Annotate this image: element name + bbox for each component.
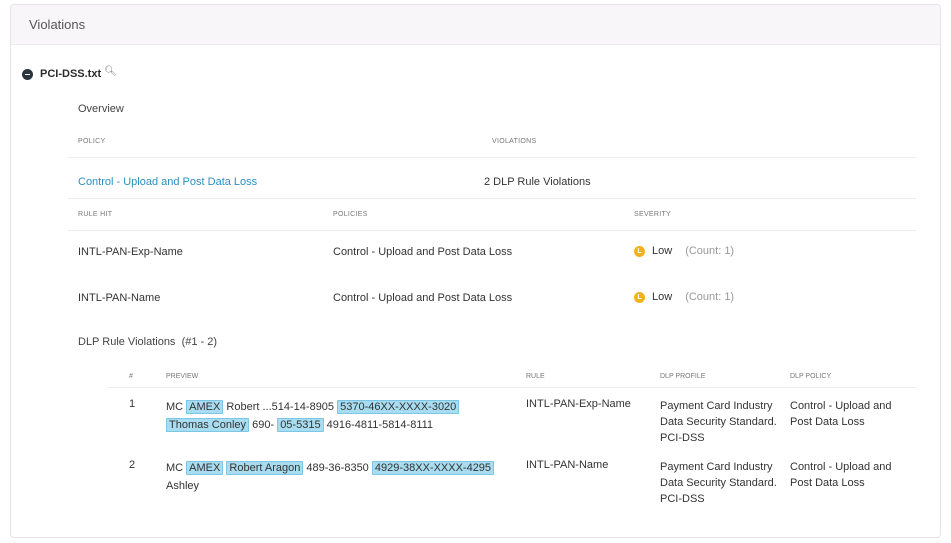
minus-circle-icon[interactable] — [22, 68, 33, 80]
rule-hit-header: RULE HIT — [78, 211, 113, 218]
policy-violations-count: 2 DLP Rule Violations — [484, 176, 591, 188]
dlp-profile: Payment Card Industry Data Security Stan… — [660, 461, 777, 505]
match-highlight: AMEX — [186, 400, 224, 414]
match-highlight: Thomas Conley — [166, 418, 250, 432]
rule-row: INTL-PAN-Name Control - Upload and Post … — [68, 277, 916, 323]
policies-header: POLICIES — [333, 211, 368, 218]
dlp-violations-range: (#1 - 2) — [181, 336, 218, 348]
severity-cell: L Low (Count: 1) — [634, 291, 734, 303]
severity-low-icon: L — [634, 291, 645, 303]
rule-row: INTL-PAN-Exp-Name Control - Upload and P… — [68, 231, 916, 277]
violation-rule: INTL-PAN-Name — [526, 459, 609, 471]
preview-text: 489-36-8350 — [303, 462, 372, 474]
dlp-profile: Payment Card Industry Data Security Stan… — [660, 400, 777, 444]
dlp-profile-header: DLP PROFILE — [660, 373, 706, 380]
rule-header: RULE — [526, 373, 545, 380]
severity-label: Low — [652, 291, 673, 303]
rule-policy: Control - Upload and Post Data Loss — [333, 246, 513, 258]
preview-text: MC — [166, 462, 187, 474]
overview-title: Overview — [78, 103, 124, 115]
preview-cell: MC AMEX Robert Aragon 489-36-8350 4929-3… — [166, 459, 516, 495]
match-highlight: AMEX — [186, 461, 224, 475]
match-highlight: 4929-38XX-XXXX-4295 — [371, 461, 495, 475]
violation-rule: INTL-PAN-Exp-Name — [526, 398, 631, 410]
file-name[interactable]: PCI-DSS.txt — [40, 68, 101, 80]
row-number: 2 — [129, 459, 136, 471]
match-highlight: Robert Aragon — [226, 461, 304, 475]
preview-text: 690- — [249, 419, 278, 431]
dlp-violations-title: DLP Rule Violations (#1 - 2) — [78, 336, 217, 348]
dlp-policy-header: DLP POLICY — [790, 373, 832, 380]
file-row[interactable]: PCI-DSS.txt 🔍︎ — [22, 66, 117, 80]
preview-text: MC — [166, 401, 187, 413]
match-highlight: 05-5315 — [277, 418, 324, 432]
severity-count: (Count: 1) — [685, 245, 735, 257]
rule-name: INTL-PAN-Name — [78, 292, 161, 304]
policy-table-header: POLICY VIOLATIONS — [68, 130, 916, 158]
panel-title: Violations — [11, 5, 940, 45]
row-number: 1 — [129, 398, 136, 410]
severity-cell: L Low (Count: 1) — [634, 245, 734, 257]
dlp-policy: Control - Upload and Post Data Loss — [790, 461, 892, 489]
violations-table-header: # PREVIEW RULE DLP PROFILE DLP POLICY — [108, 364, 916, 388]
preview-header: PREVIEW — [166, 373, 199, 380]
preview-text: 4916-4811-5814-8111 — [323, 419, 434, 431]
preview-text: Robert ...514-14-8905 — [223, 401, 338, 413]
rules-table-header: RULE HIT POLICIES SEVERITY — [68, 203, 916, 231]
dlp-violations-label: DLP Rule Violations — [78, 336, 176, 348]
severity-low-icon: L — [634, 245, 645, 257]
zoom-in-icon[interactable]: 🔍︎ — [104, 66, 117, 77]
policy-header: POLICY — [78, 138, 106, 145]
severity-count: (Count: 1) — [685, 291, 735, 303]
severity-label: Low — [652, 245, 673, 257]
policy-row: Control - Upload and Post Data Loss 2 DL… — [68, 165, 916, 199]
preview-text: Ashley — [166, 480, 200, 492]
severity-header: SEVERITY — [634, 211, 672, 218]
policy-link[interactable]: Control - Upload and Post Data Loss — [78, 176, 257, 188]
rule-name: INTL-PAN-Exp-Name — [78, 246, 183, 258]
match-highlight: 5370-46XX-XXXX-3020 — [337, 400, 460, 414]
dlp-policy: Control - Upload and Post Data Loss — [790, 400, 892, 428]
rule-policy: Control - Upload and Post Data Loss — [333, 292, 513, 304]
violations-header: VIOLATIONS — [492, 138, 537, 145]
preview-cell: MC AMEX Robert ...514-14-8905 5370-46XX-… — [166, 398, 516, 434]
num-header: # — [129, 373, 133, 380]
